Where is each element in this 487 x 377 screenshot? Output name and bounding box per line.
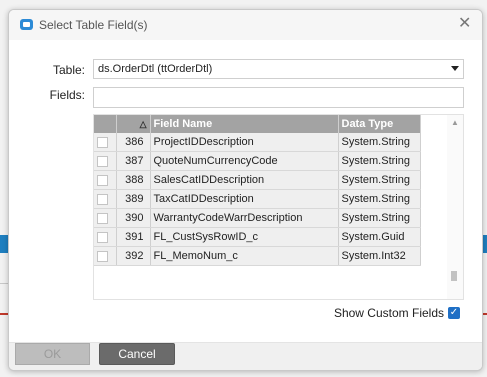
row-checkbox-cell[interactable]	[94, 227, 117, 247]
data-type-header[interactable]: Data Type	[338, 115, 421, 133]
field-name-cell: ProjectIDDescription	[150, 133, 339, 152]
data-type-cell: System.Int32	[338, 246, 421, 266]
fields-label: Fields:	[49, 88, 85, 102]
row-number: 390	[116, 208, 151, 228]
table-row[interactable]: 389 TaxCatIDDescription System.String	[94, 189, 421, 209]
data-type-cell: System.String	[338, 189, 421, 209]
table-row[interactable]: 390 WarrantyCodeWarrDescription System.Str…	[94, 208, 421, 228]
data-type-cell: System.String	[338, 151, 421, 171]
app-icon	[20, 19, 33, 30]
select-table-fields-dialog: Select Table Field(s) ✕ Table: ds.OrderD…	[8, 9, 483, 371]
field-table: △ Field Name Data Type 386 ProjectIDDescr…	[94, 115, 421, 266]
data-type-cell: System.Guid	[338, 227, 421, 247]
row-checkbox[interactable]	[97, 212, 108, 224]
scroll-thumb[interactable]	[451, 271, 457, 281]
grid-scrollbar[interactable]: ▲	[447, 115, 463, 299]
row-checkbox[interactable]	[97, 174, 108, 186]
dialog-title: Select Table Field(s)	[39, 18, 148, 32]
row-checkbox-cell[interactable]	[94, 151, 117, 171]
row-checkbox-cell[interactable]	[94, 189, 117, 209]
select-column-header[interactable]	[94, 115, 117, 133]
sort-icon[interactable]: △	[140, 119, 147, 129]
row-number: 387	[116, 151, 151, 171]
row-checkbox-cell[interactable]	[94, 246, 117, 266]
show-custom-fields-label: Show Custom Fields	[333, 306, 444, 320]
field-name-cell: TaxCatIDDescription	[150, 189, 339, 209]
row-checkbox[interactable]	[97, 136, 108, 148]
row-number: 389	[116, 189, 151, 209]
row-number-header[interactable]: △	[116, 115, 151, 133]
table-row[interactable]: 386 ProjectIDDescription System.String	[94, 133, 421, 152]
data-type-cell: System.String	[338, 170, 421, 190]
show-custom-fields-checkbox[interactable]: ✓	[448, 307, 460, 319]
field-name-cell: WarrantyCodeWarrDescription	[150, 208, 339, 228]
table-header-row: △ Field Name Data Type	[94, 115, 421, 133]
field-grid: △ Field Name Data Type 386 ProjectIDDescr…	[93, 114, 464, 300]
row-checkbox[interactable]	[97, 250, 108, 262]
row-checkbox[interactable]	[97, 193, 108, 205]
title-bar: Select Table Field(s) ✕	[9, 10, 482, 40]
table-dropdown[interactable]: ds.OrderDtl (ttOrderDtl)	[93, 59, 464, 79]
field-name-cell: FL_MemoNum_c	[150, 246, 339, 266]
row-number: 386	[116, 133, 151, 152]
field-name-cell: SalesCatIDDescription	[150, 170, 339, 190]
scroll-up-icon[interactable]: ▲	[451, 118, 459, 127]
cancel-button[interactable]: Cancel	[99, 343, 175, 365]
row-number: 392	[116, 246, 151, 266]
table-row[interactable]: 391 FL_CustSysRowID_c System.Guid	[94, 227, 421, 247]
table-dropdown-value: ds.OrderDtl (ttOrderDtl)	[98, 63, 213, 75]
table-row[interactable]: 392 FL_MemoNum_c System.Int32	[94, 246, 421, 266]
row-number: 391	[116, 227, 151, 247]
table-row[interactable]: 387 QuoteNumCurrencyCode System.String	[94, 151, 421, 171]
fields-input[interactable]	[93, 87, 464, 108]
field-name-header[interactable]: Field Name	[150, 115, 339, 133]
row-checkbox[interactable]	[97, 231, 108, 243]
row-checkbox-cell[interactable]	[94, 170, 117, 190]
data-type-cell: System.String	[338, 133, 421, 152]
row-checkbox-cell[interactable]	[94, 133, 117, 152]
table-label: Table:	[52, 63, 85, 77]
chevron-down-icon[interactable]	[451, 66, 459, 71]
field-name-cell: QuoteNumCurrencyCode	[150, 151, 339, 171]
close-icon[interactable]: ✕	[458, 15, 471, 33]
data-type-cell: System.String	[338, 208, 421, 228]
row-checkbox-cell[interactable]	[94, 208, 117, 228]
field-name-cell: FL_CustSysRowID_c	[150, 227, 339, 247]
table-row[interactable]: 388 SalesCatIDDescription System.String	[94, 170, 421, 190]
row-checkbox[interactable]	[97, 155, 108, 167]
row-number: 388	[116, 170, 151, 190]
ok-button[interactable]: OK	[15, 343, 90, 365]
